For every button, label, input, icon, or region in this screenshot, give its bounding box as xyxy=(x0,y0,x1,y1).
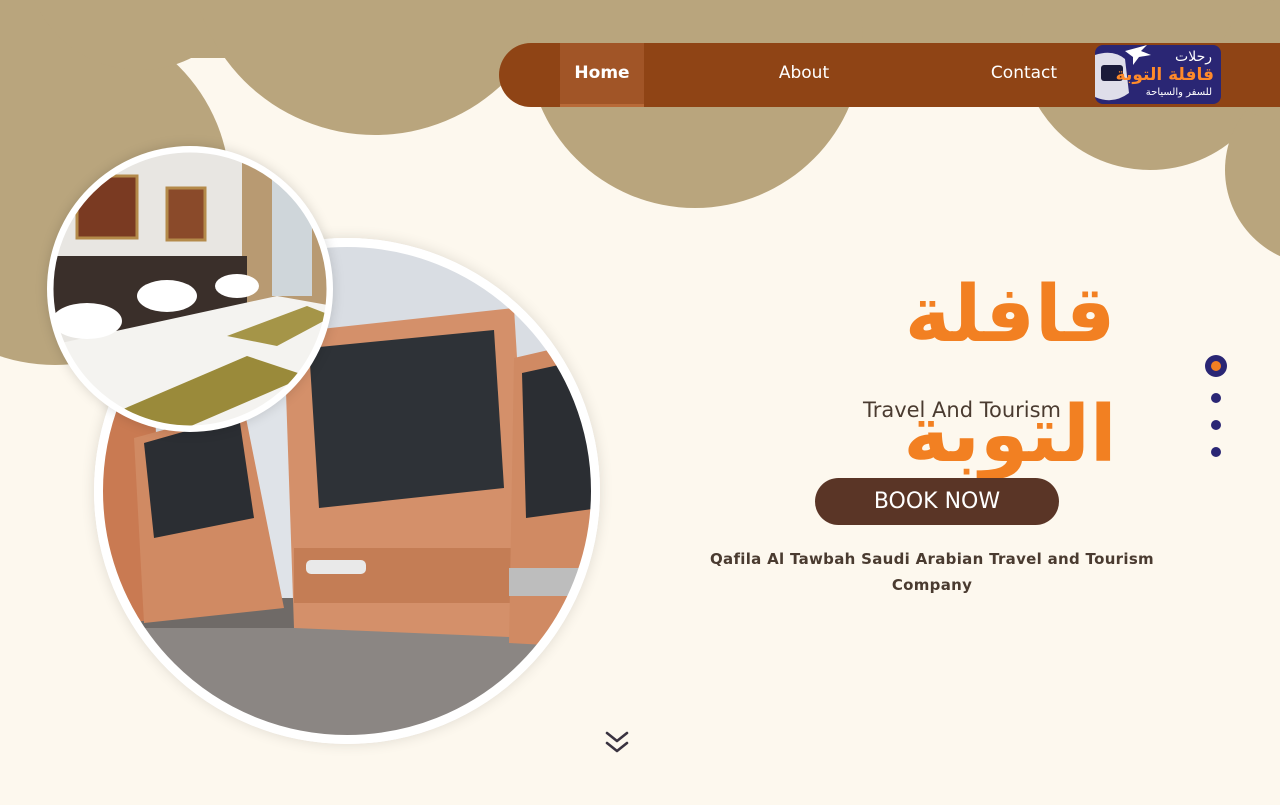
company-description: Qafila Al Tawbah Saudi Arabian Travel an… xyxy=(710,550,1154,594)
top-navbar: Home About Contact رحلات قافلة التوبة لل… xyxy=(499,43,1280,107)
slide-dot-4[interactable] xyxy=(1211,447,1221,457)
slide-dot-3[interactable] xyxy=(1211,420,1221,430)
hero-tagline: Travel And Tourism xyxy=(862,398,1062,422)
slide-dot-2[interactable] xyxy=(1211,393,1221,403)
chevron-double-down-icon[interactable] xyxy=(603,730,631,756)
nav-contact-link[interactable]: Contact xyxy=(969,43,1079,107)
hotel-room-photo xyxy=(47,146,333,432)
book-now-button[interactable]: BOOK NOW xyxy=(815,478,1059,525)
company-logo[interactable]: رحلات قافلة التوبة للسفر والسياحة xyxy=(1095,45,1221,104)
logo-text-top: رحلات xyxy=(1175,49,1212,65)
logo-text-sub: للسفر والسياحة xyxy=(1145,87,1212,98)
brand-arabic-title: قافلة التوبة xyxy=(903,270,1117,480)
nav-about-link[interactable]: About xyxy=(744,43,864,107)
nav-home-link[interactable]: Home xyxy=(560,43,644,107)
logo-text-main: قافلة التوبة xyxy=(1115,65,1214,85)
slide-dot-1-active[interactable] xyxy=(1205,355,1227,377)
slider-pagination xyxy=(1205,355,1227,465)
